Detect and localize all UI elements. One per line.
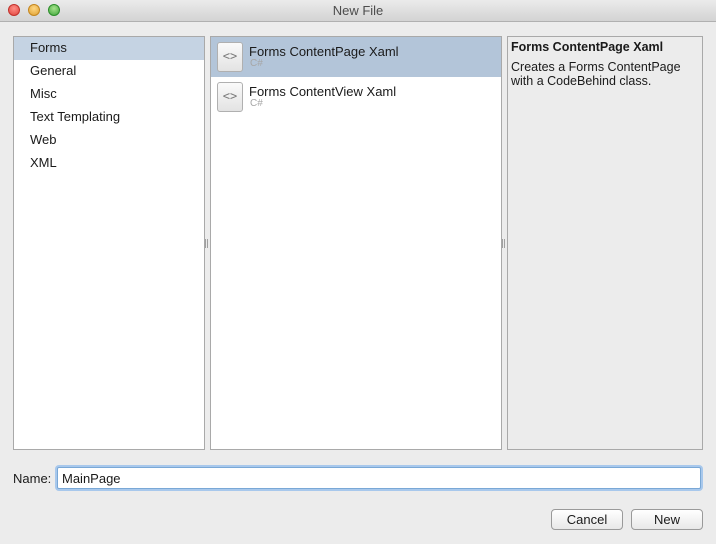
category-item-text-templating[interactable]: Text Templating — [14, 106, 204, 129]
category-item-xml[interactable]: XML — [14, 152, 204, 175]
category-item-web[interactable]: Web — [14, 129, 204, 152]
template-item-forms-contentview-xaml[interactable]: <> Forms ContentView Xaml C# — [211, 77, 501, 117]
template-list: <> Forms ContentPage Xaml C# <> Forms Co… — [210, 36, 502, 450]
name-label: Name: — [13, 471, 52, 486]
category-item-forms[interactable]: Forms — [14, 37, 204, 60]
title-bar: New File — [0, 0, 716, 22]
window-title: New File — [332, 3, 384, 18]
pane-splitter-handle[interactable] — [502, 239, 505, 248]
category-item-misc[interactable]: Misc — [14, 83, 204, 106]
code-file-icon: <> — [217, 82, 243, 112]
template-item-forms-contentpage-xaml[interactable]: <> Forms ContentPage Xaml C# — [211, 37, 501, 77]
cancel-button[interactable]: Cancel — [551, 509, 623, 530]
template-name: Forms ContentView Xaml — [249, 84, 397, 99]
name-input[interactable] — [57, 467, 701, 489]
category-list: Forms General Misc Text Templating Web X… — [13, 36, 205, 450]
pane-splitter-handle[interactable] — [205, 239, 208, 248]
code-file-icon: <> — [217, 42, 243, 72]
template-language: C# — [250, 58, 263, 69]
template-name: Forms ContentPage Xaml — [249, 44, 399, 59]
description-title: Forms ContentPage Xaml — [511, 40, 664, 54]
description-panel: Forms ContentPage Xaml Creates a Forms C… — [507, 36, 703, 450]
new-button[interactable]: New — [631, 509, 703, 530]
template-language: C# — [250, 98, 263, 109]
description-text: Creates a Forms ContentPage with a CodeB… — [511, 60, 681, 88]
category-item-general[interactable]: General — [14, 60, 204, 83]
